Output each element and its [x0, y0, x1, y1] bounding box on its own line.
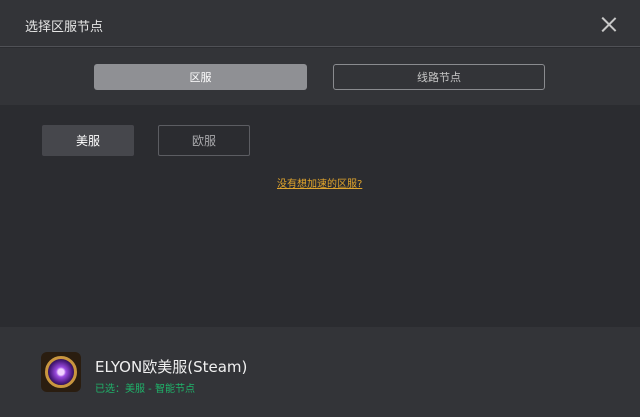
tab-route-node[interactable]: 线路节点: [333, 64, 545, 90]
tab-region[interactable]: 区服: [94, 64, 307, 90]
selection-status: 已选：美服 - 智能节点: [95, 384, 195, 395]
game-icon-emblem: [45, 356, 77, 388]
missing-region-link[interactable]: 没有想加速的区服?: [277, 175, 362, 190]
region-button-eu[interactable]: 欧服: [158, 125, 250, 156]
game-name: ELYON欧美服(Steam): [95, 358, 248, 376]
dialog-title: 选择区服节点: [25, 20, 104, 35]
game-icon: [41, 352, 81, 392]
tab-bar: 区服 线路节点: [0, 48, 640, 105]
footer-panel: ELYON欧美服(Steam) 已选：美服 - 智能节点: [0, 327, 640, 417]
region-button-us[interactable]: 美服: [42, 125, 134, 156]
close-icon[interactable]: [598, 14, 620, 36]
title-bar: 选择区服节点: [0, 0, 640, 47]
region-panel: 美服 欧服 没有想加速的区服?: [0, 105, 640, 327]
